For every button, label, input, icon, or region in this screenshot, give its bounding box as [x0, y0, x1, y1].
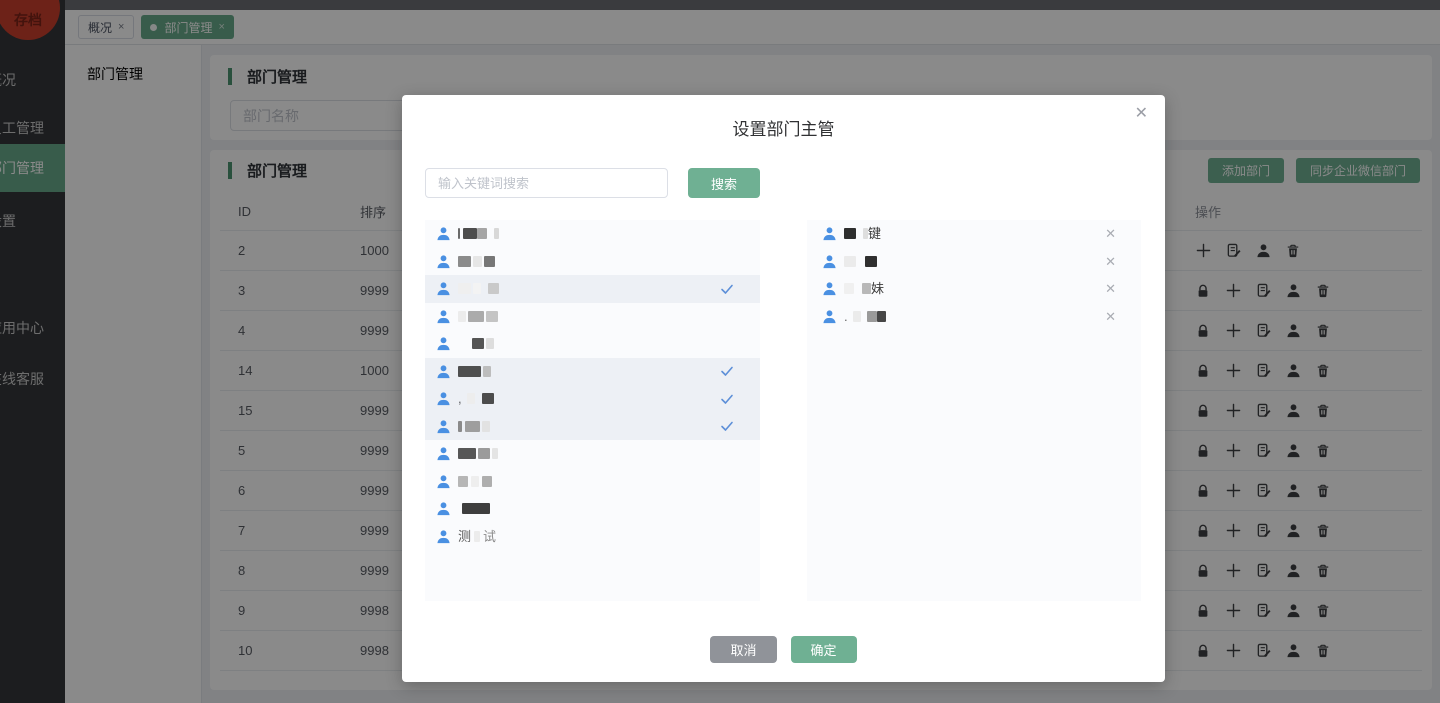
redacted-name	[844, 255, 877, 267]
redacted-name	[458, 255, 495, 267]
redacted-name	[458, 310, 498, 322]
person-icon	[437, 255, 450, 268]
remove-icon[interactable]: ✕	[1105, 282, 1116, 295]
person-icon	[437, 475, 450, 488]
redacted-name: .	[844, 310, 886, 323]
candidate-item[interactable]	[425, 330, 760, 358]
redacted-name	[458, 228, 499, 240]
redacted-name: 键	[844, 227, 881, 240]
person-icon	[823, 255, 836, 268]
selected-item: 键 ✕	[807, 220, 1141, 248]
check-icon	[721, 394, 733, 404]
redacted-name	[458, 448, 498, 460]
modal-search-row: 搜索	[425, 168, 760, 198]
redacted-name: 妹	[844, 282, 884, 295]
modal-footer: 取消 确定	[402, 636, 1165, 663]
keyword-search-input[interactable]	[425, 168, 668, 198]
candidate-item[interactable]	[425, 412, 760, 440]
redacted-name	[458, 420, 490, 432]
cancel-button[interactable]: 取消	[710, 636, 777, 663]
candidate-item[interactable]	[425, 220, 760, 248]
selected-list: 键 ✕ ✕ 妹 ✕. ✕	[807, 220, 1141, 601]
person-icon	[437, 337, 450, 351]
candidate-item[interactable]: ,	[425, 385, 760, 413]
redacted-name: ,	[458, 392, 494, 405]
candidate-item[interactable]	[425, 440, 760, 468]
modal-title: 设置部门主管	[732, 120, 835, 139]
selected-item: ✕	[807, 248, 1141, 276]
candidate-item[interactable]	[425, 303, 760, 331]
app-root: 存档 概况员工管理部门管理设置应用中心在线客服 概况×部门管理× 部门管理 部门…	[0, 0, 1440, 703]
candidate-item[interactable]: 测试	[425, 523, 760, 551]
redacted-name	[458, 503, 490, 515]
check-icon	[721, 366, 733, 377]
redacted-name	[458, 338, 494, 350]
person-icon	[437, 310, 450, 323]
candidate-item[interactable]	[425, 495, 760, 523]
person-icon	[437, 420, 450, 433]
redacted-name	[458, 365, 491, 377]
selected-item: . ✕	[807, 303, 1141, 331]
remove-icon[interactable]: ✕	[1105, 255, 1116, 268]
person-icon	[437, 447, 450, 461]
person-icon	[437, 502, 450, 516]
check-icon	[721, 284, 733, 294]
search-button[interactable]: 搜索	[688, 168, 760, 198]
set-supervisor-modal: 设置部门主管 ✕ 搜索 ,测试 键✕✕妹✕.✕ 取消 确定	[402, 95, 1165, 682]
confirm-button[interactable]: 确定	[790, 636, 857, 663]
redacted-name	[458, 475, 492, 487]
person-icon	[437, 530, 450, 543]
redacted-name	[458, 283, 499, 295]
candidate-item[interactable]	[425, 357, 760, 385]
candidate-item[interactable]	[425, 248, 760, 276]
remove-icon[interactable]: ✕	[1105, 310, 1116, 323]
person-icon	[823, 282, 836, 296]
check-icon	[721, 421, 733, 432]
person-icon	[437, 227, 450, 241]
candidate-item[interactable]	[425, 468, 760, 496]
person-icon	[823, 310, 836, 323]
selected-item: 妹 ✕	[807, 275, 1141, 303]
person-icon	[437, 392, 450, 406]
person-icon	[437, 365, 450, 378]
candidate-list: , 测试	[425, 220, 760, 601]
close-icon[interactable]: ✕	[1135, 106, 1148, 122]
candidate-item[interactable]	[425, 275, 760, 303]
remove-icon[interactable]: ✕	[1105, 227, 1116, 240]
redacted-name: 测试	[458, 528, 497, 544]
person-icon	[823, 227, 836, 241]
person-icon	[437, 282, 450, 296]
